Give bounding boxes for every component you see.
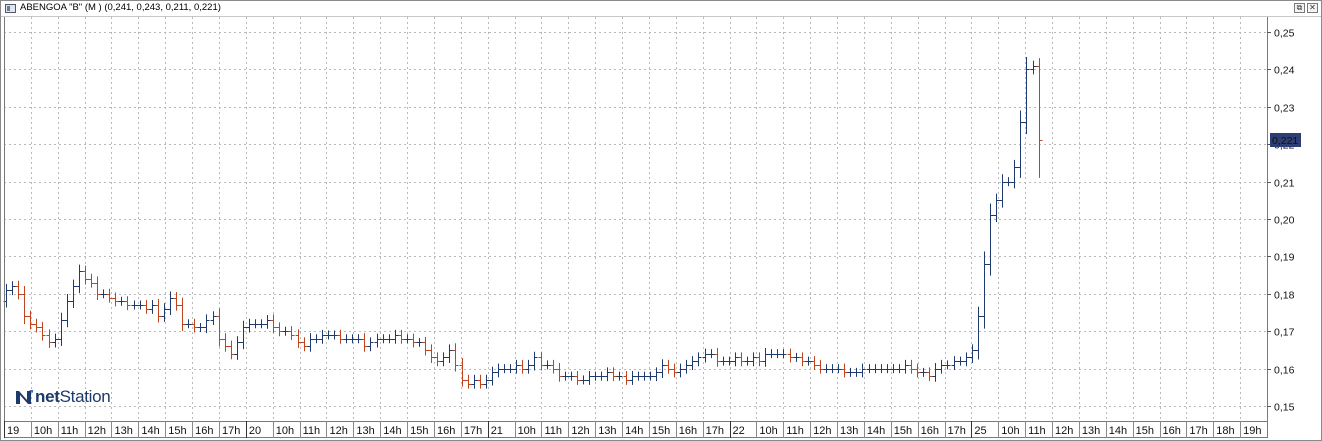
y-tick-label: 0,20 (1274, 215, 1295, 227)
y-axis: 0,150,160,170,180,190,200,210,220,230,24… (1267, 28, 1295, 414)
logo-text-station: Station (59, 387, 111, 406)
x-day-label: 25 (974, 425, 986, 437)
y-tick-label: 0,25 (1274, 28, 1295, 40)
x-hour-label: 12h (813, 425, 831, 437)
x-hour-label: 11h (786, 425, 804, 437)
x-day-label: 20 (249, 425, 261, 437)
x-hour-label: 14h (141, 425, 159, 437)
x-hour-label: 11h (1028, 425, 1046, 437)
x-hour-label: 11h (303, 425, 321, 437)
x-hour-label: 17h (464, 425, 482, 437)
netstation-logo: net Station (14, 386, 111, 408)
x-hour-label: 19h (1243, 425, 1261, 437)
x-hour-label: 17h (222, 425, 240, 437)
x-hour-label: 10h (276, 425, 294, 437)
x-hour-label: 18h (1216, 425, 1234, 437)
x-day-label: 22 (733, 425, 745, 437)
x-hour-label: 13h (598, 425, 616, 437)
x-hour-label: 10h (759, 425, 777, 437)
x-day-label: 21 (491, 425, 503, 437)
x-hour-label: 12h (329, 425, 347, 437)
x-hour-label: 13h (840, 425, 858, 437)
y-tick-label: 0,15 (1274, 402, 1295, 414)
logo-text-net: net (35, 387, 60, 406)
y-tick-label: 0,17 (1274, 327, 1295, 339)
x-hour-label: 13h (114, 425, 132, 437)
x-hour-label: 11h (61, 425, 79, 437)
x-hour-label: 12h (1055, 425, 1073, 437)
x-hour-label: 17h (948, 425, 966, 437)
x-hour-label: 10h (34, 425, 52, 437)
x-hour-label: 17h (1189, 425, 1207, 437)
x-hour-label: 15h (652, 425, 670, 437)
close-button[interactable]: ✕ (1307, 3, 1318, 13)
x-hour-label: 11h (544, 425, 562, 437)
x-hour-label: 14h (867, 425, 885, 437)
title-bar[interactable]: ABENGOA "B" (M ) (0,241, 0,243, 0,211, 0… (1, 1, 1321, 17)
x-hour-label: 17h (706, 425, 724, 437)
x-hour-label: 12h (571, 425, 589, 437)
chart-window-icon (5, 4, 16, 13)
y-tick-label: 0,19 (1274, 252, 1295, 264)
x-hour-label: 12h (88, 425, 106, 437)
window-title: ABENGOA "B" (M ) (0,241, 0,243, 0,211, 0… (20, 2, 221, 13)
x-hour-label: 16h (1163, 425, 1181, 437)
x-hour-label: 10h (1001, 425, 1019, 437)
y-tick-label: 0,16 (1274, 365, 1295, 377)
last-price-marker: 0,221 (1270, 133, 1301, 147)
y-tick-label: 0,24 (1274, 65, 1295, 77)
x-axis: 19 10h 11h 12h 13h 14h 15h 16h 17h 20 10h 11h 12h 13h… (4, 421, 1267, 438)
x-day-label: 19 (7, 425, 19, 437)
y-tick-label: 0,21 (1274, 178, 1295, 190)
x-hour-label: 15h (168, 425, 186, 437)
y-tick-label: 0,18 (1274, 290, 1295, 302)
x-hour-label: 13h (1082, 425, 1100, 437)
x-hour-label: 16h (437, 425, 455, 437)
x-hour-label: 14h (625, 425, 643, 437)
restore-button[interactable]: ⧉ (1294, 3, 1305, 13)
netstation-logo-icon (16, 390, 33, 404)
x-hour-label: 15h (894, 425, 912, 437)
x-hour-label: 15h (1136, 425, 1154, 437)
y-tick-label: 0,23 (1274, 103, 1295, 115)
x-hour-label: 16h (195, 425, 213, 437)
last-price-label: 0,221 (1272, 135, 1298, 147)
x-hour-label: 10h (518, 425, 536, 437)
x-hour-label: 15h (410, 425, 428, 437)
price-chart[interactable]: 0,150,160,170,180,190,200,210,220,230,24… (0, 16, 1320, 439)
x-hour-label: 14h (1109, 425, 1127, 437)
x-hour-label: 16h (679, 425, 697, 437)
x-hour-label: 13h (356, 425, 374, 437)
x-hour-label: 14h (383, 425, 401, 437)
x-hour-label: 16h (921, 425, 939, 437)
